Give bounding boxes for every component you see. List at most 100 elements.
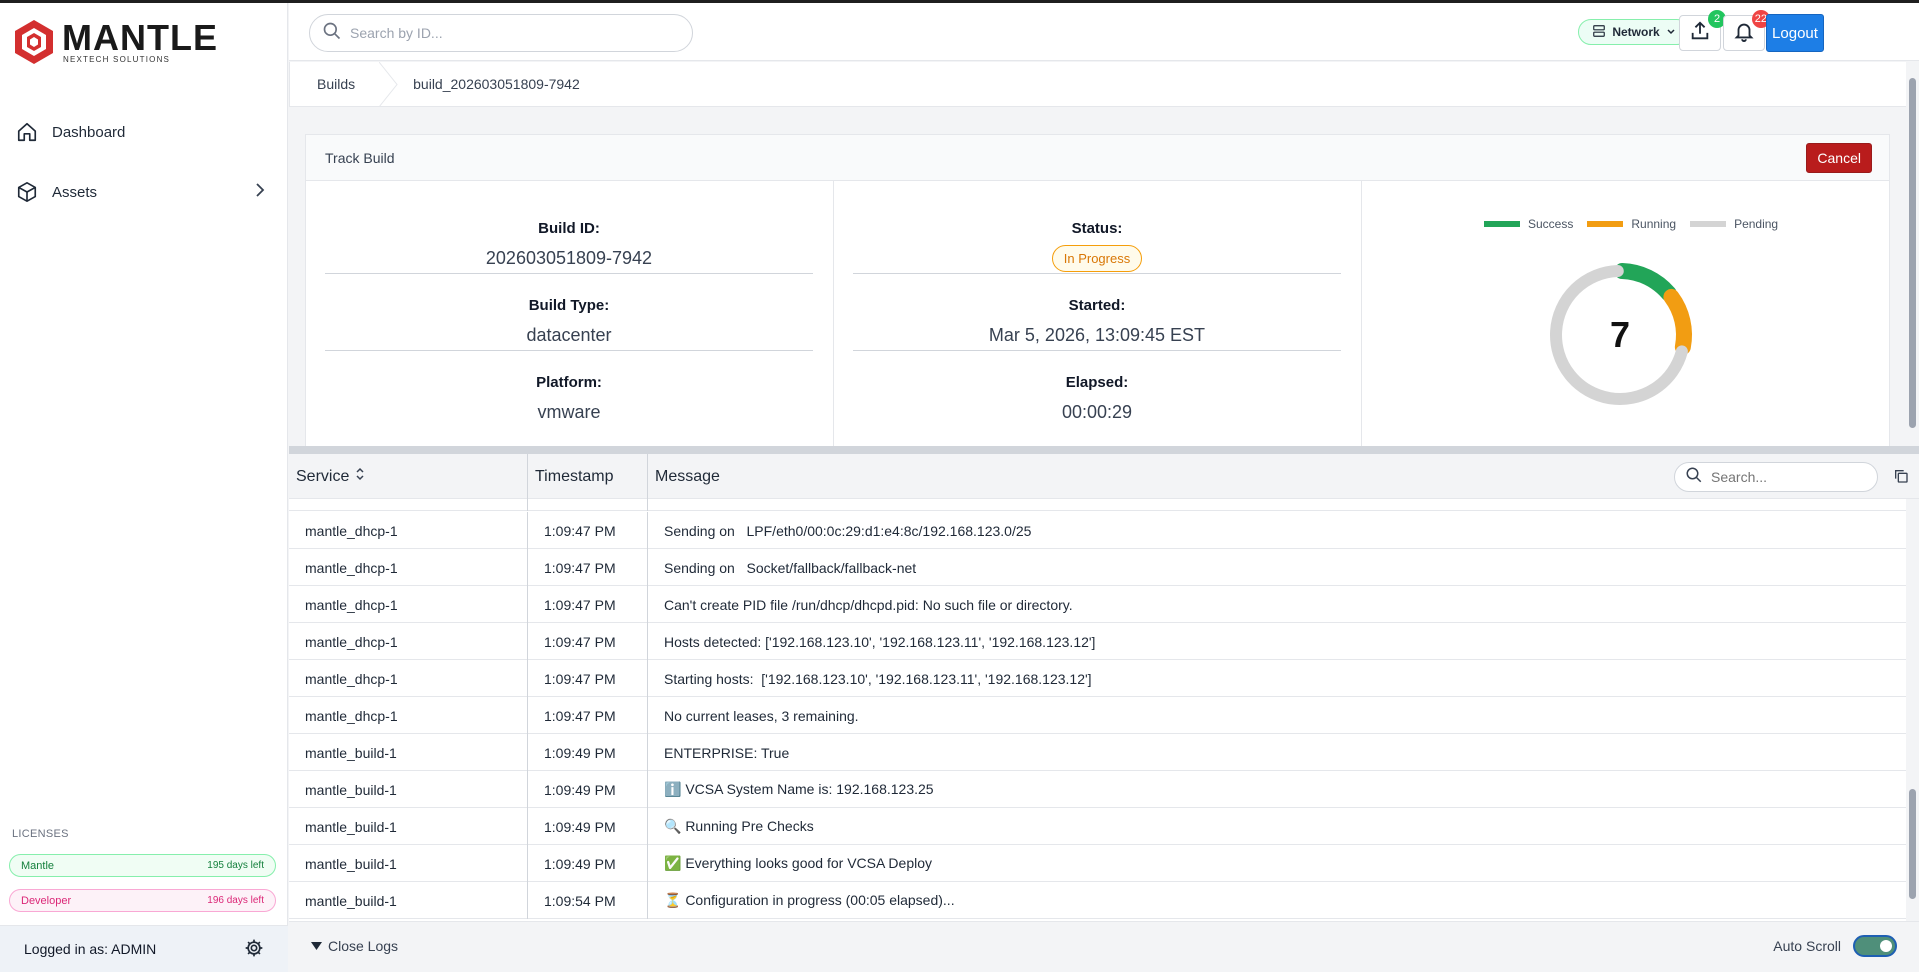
legend-label: Running (1631, 217, 1677, 231)
legend-swatch (1587, 221, 1624, 227)
elapsed-value: 00:00:29 (1061, 402, 1133, 422)
legend-item-running[interactable]: Running (1587, 217, 1676, 231)
timestamp-cell: 1:09:49 PM (528, 845, 648, 882)
logged-in-label: Logged in as: ADMIN (24, 941, 157, 957)
table-row: mantle_dhcp-1 1:09:47 PM Can't create PI… (289, 586, 1906, 623)
breadcrumb-separator (379, 61, 398, 107)
main-content: Track Build Cancel Build ID: 20260305180… (289, 107, 1906, 454)
logout-button[interactable]: Logout (1766, 14, 1824, 52)
close-logs-label: Close Logs (328, 937, 399, 954)
track-build-card: Track Build Cancel Build ID: 20260305180… (305, 134, 1890, 454)
logo[interactable]: MANTLE NEXTECH SOLUTIONS (14, 19, 218, 65)
legend-label: Pending (1734, 217, 1779, 231)
table-row: mantle_build-1 1:09:49 PM ℹ️ VCSA System… (289, 771, 1906, 808)
log-scrollbar-thumb[interactable] (1909, 789, 1916, 899)
service-cell: mantle_build-1 (289, 771, 528, 808)
timestamp-cell: 1:09:47 PM (528, 512, 648, 549)
build-type-label: Build Type: (528, 297, 610, 314)
card-title: Track Build (325, 149, 395, 166)
column-header-service[interactable]: Service (289, 454, 528, 499)
breadcrumb-current: build_202603051809-7942 (413, 76, 580, 92)
licenses-heading: LICENSES (12, 828, 69, 840)
copy-icon[interactable] (1893, 468, 1909, 489)
progress-donut-chart: 7 (1550, 263, 1692, 405)
close-logs-button[interactable]: Close Logs (311, 938, 398, 954)
service-cell: mantle_dhcp-1 (289, 660, 528, 697)
table-row: mantle_dhcp-1 1:09:47 PM Sending on Sock… (289, 549, 1906, 586)
started-field: Started: Mar 5, 2026, 13:09:45 EST (853, 297, 1341, 351)
legend-label: Success (1528, 217, 1574, 231)
service-cell: mantle_dhcp-1 (289, 549, 528, 586)
message-cell: Sending on Socket/fallback/fallback-net (664, 559, 917, 576)
service-cell: mantle_dhcp-1 (289, 512, 528, 549)
log-panel-resize-handle[interactable] (289, 446, 1919, 454)
build-id-label: Build ID: (538, 220, 600, 237)
brand-name: MANTLE (62, 16, 218, 58)
column-header-message[interactable]: Message (648, 454, 848, 499)
platform-value: vmware (537, 402, 601, 422)
global-search[interactable] (309, 14, 693, 52)
bell-icon (1733, 20, 1755, 47)
chevron-right-icon (254, 182, 266, 202)
user-bar: Logged in as: ADMIN (0, 925, 288, 972)
message-cell: No current leases, 3 remaining. (664, 707, 859, 724)
search-icon (1685, 466, 1703, 489)
search-input[interactable] (350, 25, 670, 41)
page-scrollbar-thumb[interactable] (1909, 78, 1916, 428)
message-cell: Can't create PID file /run/dhcp/dhcpd.pi… (664, 596, 1073, 613)
timestamp-cell: 1:09:54 PM (528, 882, 648, 919)
table-row: mantle_dhcp-1 1:09:47 PM Hosts detected:… (289, 623, 1906, 660)
build-id-value: 202603051809-7942 (485, 248, 653, 268)
timestamp-cell: 1:09:47 PM (528, 697, 648, 734)
mantle-logo-icon (15, 20, 53, 64)
sidebar-item-label: Assets (52, 183, 98, 201)
elapsed-label: Elapsed: (1065, 374, 1129, 391)
timestamp-cell: 1:09:47 PM (528, 586, 648, 623)
upload-button[interactable]: 2 (1679, 10, 1726, 51)
message-cell: ℹ️ VCSA System Name is: 192.168.123.25 (664, 781, 934, 797)
server-icon (1592, 24, 1606, 41)
donut-center-count: 7 (1610, 314, 1630, 355)
timestamp-cell: 1:09:49 PM (528, 734, 648, 771)
table-row (289, 499, 1906, 511)
column-header-timestamp[interactable]: Timestamp (528, 454, 648, 499)
log-table-body[interactable]: mantle_dhcp-1 1:09:47 PM Sending on LPF/… (289, 499, 1906, 921)
timestamp-cell: 1:09:49 PM (528, 808, 648, 845)
build-type-field: Build Type: datacenter (325, 297, 813, 351)
log-scrollbar[interactable] (1906, 499, 1919, 921)
log-search[interactable] (1674, 462, 1878, 492)
sidebar-item-assets[interactable]: Assets (16, 172, 266, 212)
chevron-down-icon (1666, 25, 1676, 39)
timestamp-cell: 1:09:47 PM (528, 623, 648, 660)
upload-icon (1689, 20, 1711, 47)
service-cell: mantle_dhcp-1 (289, 586, 528, 623)
log-search-input[interactable] (1711, 469, 1861, 485)
table-row: mantle_dhcp-1 1:09:47 PM Sending on LPF/… (289, 512, 1906, 549)
donut-segment-running (1663, 288, 1692, 356)
auto-scroll-toggle[interactable] (1853, 934, 1897, 957)
sort-icon[interactable] (355, 467, 365, 486)
message-cell: 🔍 Running Pre Checks (664, 818, 814, 834)
page-scrollbar[interactable] (1906, 62, 1919, 447)
donut-segment-success (1614, 263, 1677, 302)
breadcrumb: Builds build_202603051809-7942 (289, 61, 1906, 107)
notifications-button[interactable]: 22 (1723, 10, 1770, 51)
sidebar: MANTLE NEXTECH SOLUTIONS Dashboard Asset… (0, 3, 288, 972)
timestamp-cell (528, 499, 648, 511)
build-id-field: Build ID: 202603051809-7942 (325, 220, 813, 274)
message-cell: ⏳ Configuration in progress (00:05 elaps… (664, 892, 955, 908)
status-field: Status: In Progress (853, 220, 1341, 274)
service-cell: mantle_build-1 (289, 882, 528, 919)
status-label: Status: (1071, 220, 1123, 237)
settings-gear-icon[interactable] (244, 938, 264, 961)
network-dropdown[interactable]: Network (1578, 19, 1690, 45)
legend-item-success[interactable]: Success (1484, 217, 1573, 231)
license-days: 195 days left (207, 860, 264, 871)
started-value: Mar 5, 2026, 13:09:45 EST (988, 325, 1206, 345)
cancel-button[interactable]: Cancel (1806, 142, 1872, 173)
toggle-knob (1880, 939, 1892, 952)
auto-scroll-control: Auto Scroll (1773, 934, 1897, 957)
legend-item-pending[interactable]: Pending (1690, 217, 1778, 231)
breadcrumb-builds-link[interactable]: Builds (289, 61, 379, 107)
sidebar-item-dashboard[interactable]: Dashboard (16, 112, 266, 152)
